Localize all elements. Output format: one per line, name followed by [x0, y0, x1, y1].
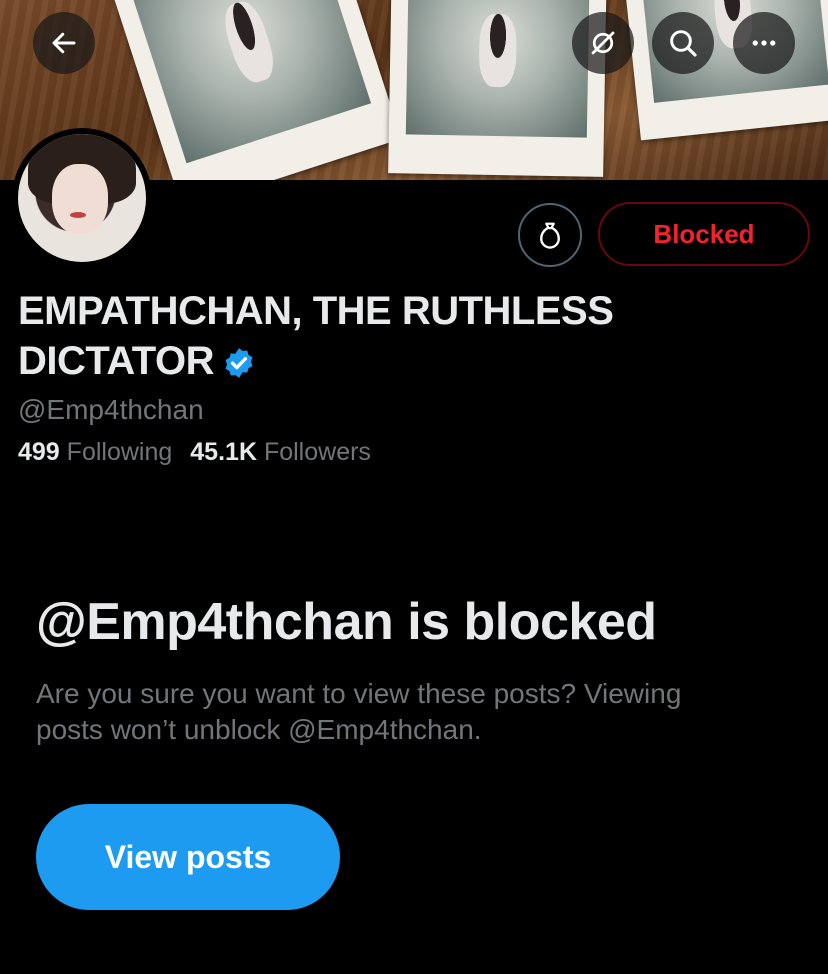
- view-posts-button[interactable]: View posts: [36, 804, 340, 910]
- translate-off-icon: [591, 31, 615, 55]
- tip-button[interactable]: [518, 203, 582, 267]
- search-icon: [670, 30, 697, 57]
- search-button[interactable]: [652, 12, 714, 74]
- translate-off-button[interactable]: [572, 12, 634, 74]
- more-horizontal-icon: [752, 40, 776, 46]
- blocked-notice-title: @Emp4thchan is blocked: [36, 593, 657, 651]
- following-link[interactable]: 499 Following: [18, 438, 172, 466]
- followers-label: Followers: [263, 438, 371, 466]
- blocked-notice-description: Are you sure you want to view these post…: [36, 678, 682, 745]
- following-count: 499: [18, 438, 60, 466]
- blocked-button[interactable]: Blocked: [598, 202, 810, 266]
- followers-count: 45.1K: [190, 438, 257, 466]
- back-button[interactable]: [33, 12, 95, 74]
- banner-polaroid-photo: [388, 0, 607, 177]
- more-options-button[interactable]: [733, 12, 795, 74]
- money-bag-icon: [540, 222, 560, 249]
- profile-handle: @Emp4thchan: [18, 394, 204, 425]
- profile-avatar[interactable]: [12, 128, 152, 268]
- banner-polaroid-photo: [620, 0, 828, 141]
- verified-badge-icon[interactable]: [222, 342, 256, 392]
- avatar-photo: [18, 134, 146, 262]
- follow-stats: 499 Following 45.1K Followers: [18, 438, 371, 467]
- followers-link[interactable]: 45.1K Followers: [190, 438, 371, 466]
- arrow-left-icon: [52, 32, 76, 54]
- following-label: Following: [66, 438, 173, 466]
- profile-display-name: EMPATHCHAN, THE RUTHLESS DICTATOR: [18, 286, 778, 392]
- display-name-text: EMPATHCHAN, THE RUTHLESS DICTATOR: [18, 289, 614, 383]
